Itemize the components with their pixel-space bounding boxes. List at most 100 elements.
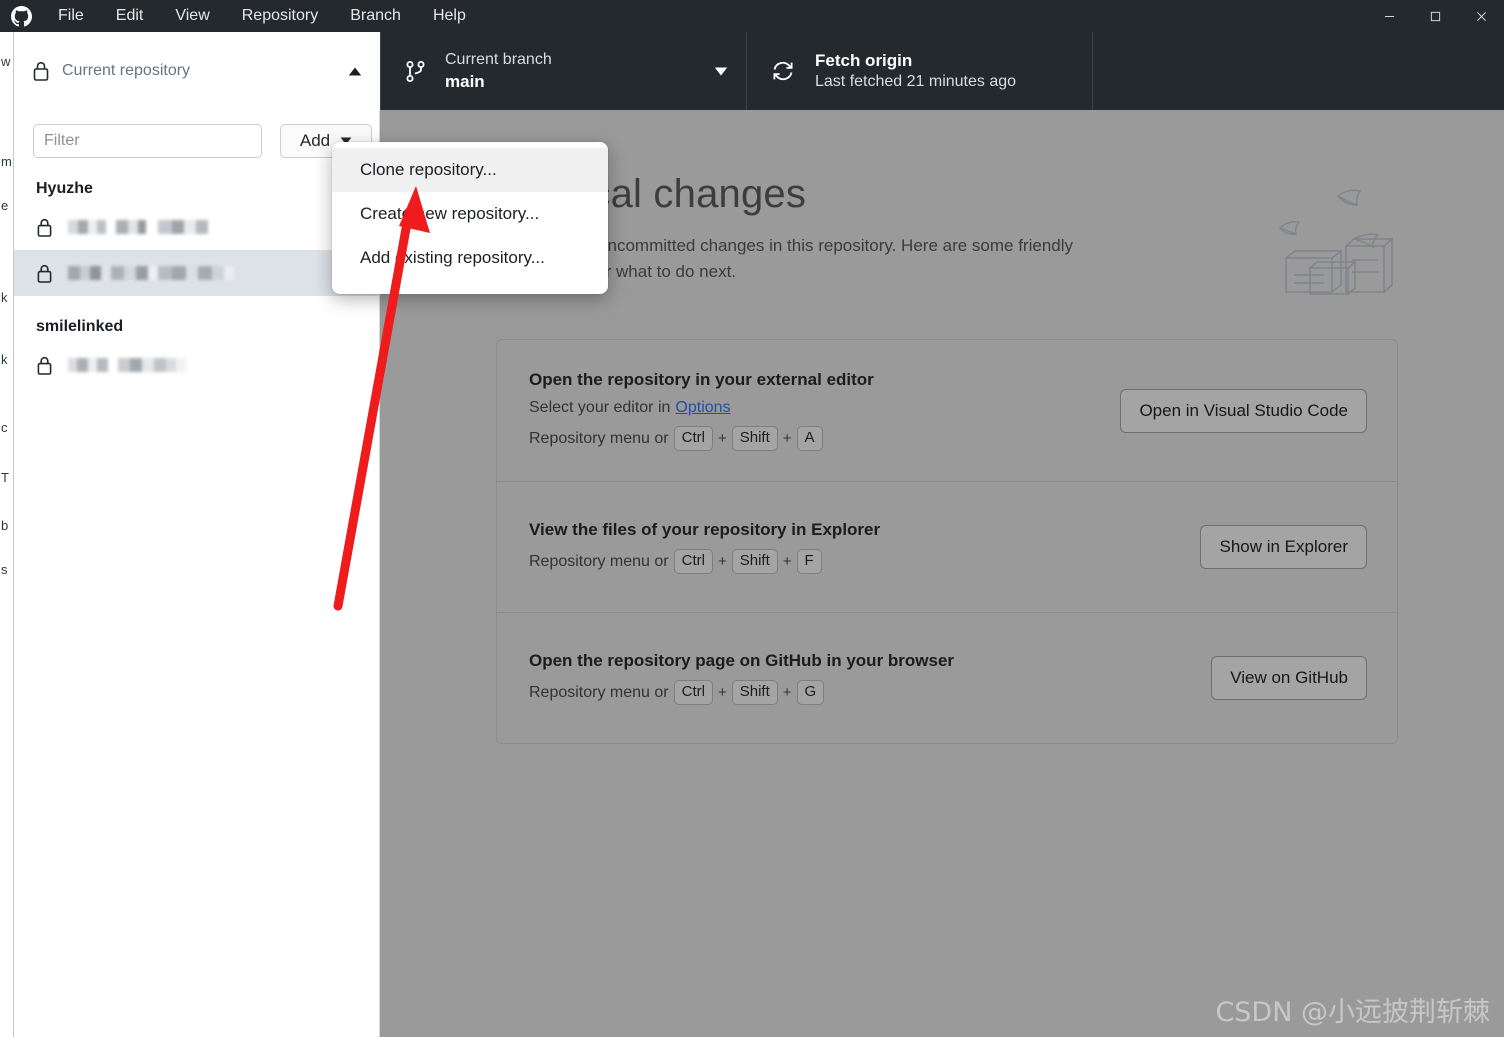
kbd-shift: Shift — [731, 426, 778, 452]
card-show-in-explorer: View the files of your repository in Exp… — [497, 481, 1397, 612]
view-on-github-button[interactable]: View on GitHub — [1211, 656, 1367, 701]
suggestion-cards: Open the repository in your external edi… — [496, 339, 1398, 745]
kbd-ctrl: Ctrl — [673, 549, 713, 575]
menu-repository[interactable]: Repository — [226, 0, 334, 32]
card-hint: Select your editor in Options — [529, 399, 1120, 417]
current-branch-text: Current branch main — [445, 50, 710, 92]
repo-list-item[interactable] — [14, 342, 379, 388]
current-repository-text: Current repository — [62, 61, 344, 81]
plus-sign: + — [717, 430, 727, 448]
open-in-visual-studio-code-button[interactable]: Open in Visual Studio Code — [1120, 388, 1367, 433]
fetch-origin-button[interactable]: Fetch origin Last fetched 21 minutes ago — [746, 32, 1093, 110]
bg-fragment: b — [1, 518, 9, 533]
chevron-up-icon — [344, 67, 366, 76]
github-logo-icon — [0, 5, 42, 27]
shortcut-prefix: Repository menu or — [529, 683, 669, 701]
branch-icon — [405, 60, 445, 83]
repo-group-header-smilelinked: smilelinked — [36, 318, 124, 335]
app-toolbar: Current repository Current branch main F… — [14, 32, 1504, 110]
menu-item-clone-repository[interactable]: Clone repository... — [332, 148, 608, 192]
menu-item-create-new-repository[interactable]: Create new repository... — [332, 192, 608, 236]
card-shortcut: Repository menu or Ctrl + Shift + A — [529, 426, 1120, 452]
card-text: View the files of your repository in Exp… — [529, 520, 1200, 575]
current-repository-selector[interactable]: Current repository — [14, 32, 380, 110]
current-branch-label: Current branch — [445, 51, 552, 68]
menu-view[interactable]: View — [159, 0, 225, 32]
filter-input[interactable] — [33, 124, 262, 158]
add-button-label: Add — [299, 131, 331, 150]
github-desktop-window: w m e k k c T b s File Edit View Reposit… — [0, 0, 1504, 1037]
bg-fragment: s — [1, 562, 8, 577]
menu-edit[interactable]: Edit — [100, 0, 160, 32]
bg-fragment: w — [1, 54, 11, 69]
show-in-explorer-button[interactable]: Show in Explorer — [1200, 525, 1367, 570]
chevron-down-icon — [710, 67, 732, 76]
card-title: Open the repository in your external edi… — [529, 370, 874, 389]
repository-list-panel: Add Hyuzhe smilelinked — [14, 110, 380, 1037]
bg-fragment: k — [1, 352, 8, 367]
plus-sign: + — [717, 553, 727, 571]
plus-sign: + — [782, 553, 792, 571]
card-text: Open the repository page on GitHub in yo… — [529, 651, 1211, 706]
background-window-sliver: w m e k k c T b s — [0, 32, 14, 1037]
minimize-icon[interactable] — [1366, 0, 1412, 32]
plus-sign: + — [782, 684, 792, 702]
card-hint-prefix: Select your editor in — [529, 399, 671, 416]
shortcut-prefix: Repository menu or — [529, 552, 669, 570]
repo-list-item-selected[interactable] — [14, 250, 379, 296]
kbd-key: G — [796, 680, 825, 706]
current-branch-selector[interactable]: Current branch main — [380, 32, 746, 110]
card-shortcut: Repository menu or Ctrl + Shift + F — [529, 549, 1200, 575]
title-bar: File Edit View Repository Branch Help — [0, 0, 1504, 32]
maximize-icon[interactable] — [1412, 0, 1458, 32]
kbd-shift: Shift — [731, 680, 778, 706]
bg-fragment: e — [1, 198, 9, 213]
menu-file[interactable]: File — [42, 0, 100, 32]
bg-fragment: k — [1, 290, 8, 305]
lock-icon — [36, 217, 56, 238]
menu-item-add-existing-repository[interactable]: Add existing repository... — [332, 236, 608, 280]
kbd-key: F — [796, 549, 822, 575]
menu-bar: File Edit View Repository Branch Help — [42, 0, 482, 32]
plus-sign: + — [717, 684, 727, 702]
repo-name-redacted — [68, 220, 218, 234]
shortcut-prefix: Repository menu or — [529, 429, 669, 447]
lock-icon — [32, 60, 62, 82]
window-controls — [1366, 0, 1504, 32]
fetch-origin-subtitle: Last fetched 21 minutes ago — [815, 73, 1017, 90]
current-repository-label: Current repository — [62, 62, 191, 79]
menu-branch[interactable]: Branch — [334, 0, 417, 32]
bg-fragment: c — [1, 420, 8, 435]
repo-name-redacted — [68, 266, 234, 280]
current-branch-name: main — [445, 72, 485, 91]
kbd-ctrl: Ctrl — [673, 426, 713, 452]
bg-fragment: T — [1, 470, 9, 485]
sync-icon — [771, 59, 815, 83]
card-open-in-editor: Open the repository in your external edi… — [497, 340, 1397, 481]
lock-icon — [36, 355, 56, 376]
repo-list-item[interactable] — [14, 204, 379, 250]
card-title: View the files of your repository in Exp… — [529, 520, 881, 540]
csdn-watermark: CSDN @小远披荆斩棘 — [1215, 997, 1490, 1028]
kbd-shift: Shift — [731, 549, 778, 575]
toolbar-filler — [1093, 32, 1504, 110]
card-view-on-github: Open the repository page on GitHub in yo… — [497, 612, 1397, 743]
repo-group-header-hyuzhe: Hyuzhe — [36, 180, 93, 197]
kbd-ctrl: Ctrl — [673, 680, 713, 706]
kbd-key: A — [796, 426, 823, 452]
empty-boxes-illustration — [1260, 172, 1440, 302]
options-link[interactable]: Options — [675, 399, 730, 417]
fetch-origin-title: Fetch origin — [815, 51, 913, 70]
lock-icon — [36, 263, 56, 284]
bg-fragment: m — [1, 154, 12, 169]
filter-row: Add — [14, 110, 379, 158]
menu-help[interactable]: Help — [417, 0, 482, 32]
card-text: Open the repository in your external edi… — [529, 370, 1120, 452]
add-repository-dropdown-menu: Clone repository... Create new repositor… — [332, 142, 608, 294]
card-shortcut: Repository menu or Ctrl + Shift + G — [529, 680, 1211, 706]
close-icon[interactable] — [1458, 0, 1504, 32]
fetch-origin-text: Fetch origin Last fetched 21 minutes ago — [815, 51, 1016, 91]
card-title: Open the repository page on GitHub in yo… — [529, 651, 955, 671]
plus-sign: + — [782, 430, 792, 448]
repo-name-redacted — [68, 358, 186, 372]
